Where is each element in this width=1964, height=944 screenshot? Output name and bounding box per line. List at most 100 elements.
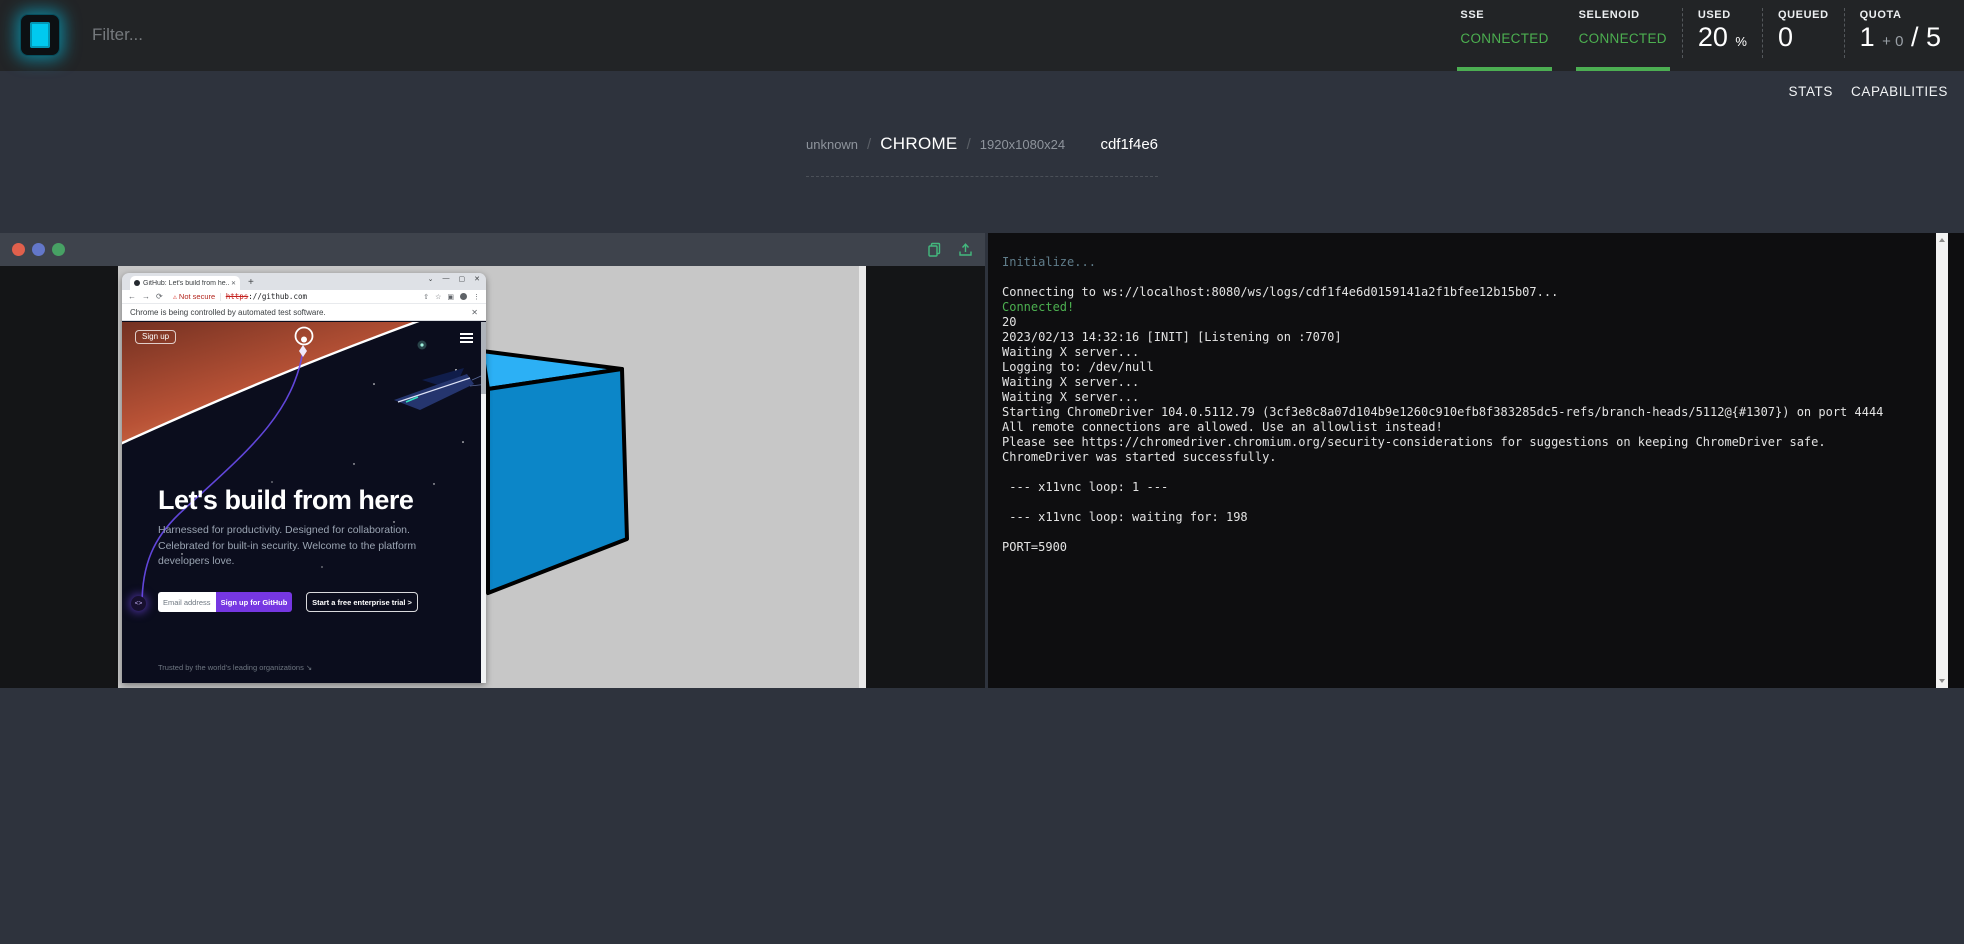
session-quota-user: unknown [806,137,858,152]
close-icon[interactable]: ✕ [474,275,480,283]
forward-icon[interactable]: → [142,292,150,301]
not-secure-warning-icon: ⚠ [173,293,177,301]
filter-input[interactable] [92,16,512,54]
code-tag-icon: <> [131,596,146,611]
selenoid-label: SELENOID [1579,9,1667,21]
log-output: Initialize... Connecting to ws://localhos… [1002,255,1922,555]
tab-title: GitHub: Let's build from he... [143,280,229,287]
log-line: Initialize... [1002,255,1922,270]
quota-pending: + 0 [1882,33,1903,50]
copy-clipboard-icon[interactable] [927,242,942,257]
github-hero-page: Sign up Let's build from here Harnessed … [122,321,486,683]
log-line: --- x11vnc loop: waiting for: 198 [1002,510,1922,525]
hero-sign-up-button[interactable]: Sign up [135,330,176,344]
browser-toolbar: ← → ⟳ ⚠ Not secure | https ://github.com… [122,290,486,304]
new-tab-button[interactable]: + [248,277,254,288]
log-line: 20 [1002,315,1922,330]
session-divider: / [967,136,971,153]
enterprise-trial-button[interactable]: Start a free enterprise trial > [306,592,418,612]
log-line [1002,465,1922,480]
selenoid-logo-mark [30,22,50,48]
queued-value: 0 [1778,22,1829,53]
blue-cube-3d [478,344,638,604]
selenoid-logo[interactable] [20,14,60,56]
window-dot-red [12,243,25,256]
not-secure-label: Not secure [179,292,215,301]
log-line: Starting ChromeDriver 104.0.5112.79 (3cf… [1002,405,1922,420]
maximize-icon[interactable]: ▢ [459,275,466,283]
log-line: ChromeDriver was started successfully. [1002,450,1922,465]
url-divider: | [218,292,223,301]
scrollbar-thumb[interactable] [481,322,486,394]
hamburger-menu-icon[interactable] [460,333,473,345]
view-tabs: STATS CAPABILITIES [1789,84,1949,99]
github-favicon-icon [134,280,140,286]
upload-icon[interactable] [958,242,973,257]
tab-close-icon[interactable]: ✕ [231,280,236,287]
quota-label: QUOTA [1860,9,1941,21]
scroll-up-icon[interactable] [1939,238,1945,242]
status-sse: SSE CONNECTED [1445,0,1563,71]
selenoid-status-value: CONNECTED [1579,31,1667,46]
trusted-orgs-text: Trusted by the world's leading organizat… [158,663,312,672]
tab-stats[interactable]: STATS [1789,84,1834,99]
profile-avatar[interactable] [460,293,467,300]
hero-heading: Let's build from here [158,485,413,516]
remote-screen-edge [859,266,866,688]
session-row[interactable]: unknown / CHROME / 1920x1080x24 cdf1f4e6 [806,134,1158,177]
app-header: SSE CONNECTED SELENOID CONNECTED USED 20… [0,0,1964,71]
tab-capabilities[interactable]: CAPABILITIES [1851,84,1948,99]
log-line: Waiting X server... [1002,390,1922,405]
log-line: Connecting to ws://localhost:8080/ws/log… [1002,285,1922,300]
sse-label: SSE [1460,9,1548,21]
log-line: Waiting X server... [1002,345,1922,360]
log-line [1002,270,1922,285]
used-value: 20 % [1698,22,1747,53]
log-scrollbar[interactable] [1936,233,1948,688]
status-quota: QUOTA 1 + 0 / 5 [1845,0,1956,71]
window-dot-green [52,243,65,256]
minimize-icon[interactable]: — [443,275,450,283]
infobar-close-icon[interactable]: ✕ [471,308,478,317]
session-divider: / [867,136,871,153]
status-bar: SSE CONNECTED SELENOID CONNECTED USED 20… [1445,0,1956,71]
vnc-titlebar [0,233,985,266]
vnc-window: GitHub: Let's build from he... ✕ + ⌄ — ▢… [0,233,985,688]
scroll-down-icon[interactable] [1939,679,1945,683]
automation-infobar: Chrome is being controlled by automated … [122,304,486,321]
session-log-panel[interactable]: Initialize... Connecting to ws://localhos… [988,233,1964,688]
log-line: All remote connections are allowed. Use … [1002,420,1922,435]
tab-groups-icon[interactable]: ▣ [447,293,454,301]
session-id: cdf1f4e6 [1100,136,1158,153]
log-line: Please see https://chromedriver.chromium… [1002,435,1922,450]
address-bar[interactable]: ⚠ Not secure | https ://github.com [173,292,307,301]
signup-for-github-button[interactable]: Sign up for GitHub [216,592,292,612]
log-line: Connected! [1002,300,1922,315]
back-icon[interactable]: ← [128,292,136,301]
hero-cta-row: Sign up for GitHub Start a free enterpri… [158,592,418,612]
status-queued: QUEUED 0 [1763,0,1844,71]
log-line: --- x11vnc loop: 1 --- [1002,480,1922,495]
log-line: 2023/02/13 14:32:16 [INIT] [Listening on… [1002,330,1922,345]
bookmark-star-icon[interactable]: ☆ [435,293,441,301]
vnc-content: GitHub: Let's build from he... ✕ + ⌄ — ▢… [0,266,985,688]
log-line: Waiting X server... [1002,375,1922,390]
log-line [1002,495,1922,510]
used-label: USED [1698,9,1747,21]
url-host: ://github.com [248,292,307,301]
reload-icon[interactable]: ⟳ [156,292,163,301]
email-field[interactable] [158,592,216,612]
tab-search-chevron-icon[interactable]: ⌄ [428,275,434,283]
status-selenoid: SELENOID CONNECTED [1564,0,1682,71]
log-line: PORT=5900 [1002,540,1922,555]
browser-menu-icon[interactable]: ⋮ [473,293,480,301]
remote-browser-window: GitHub: Let's build from he... ✕ + ⌄ — ▢… [122,273,486,683]
browser-tab[interactable]: GitHub: Let's build from he... ✕ [130,276,240,290]
url-scheme: https [226,292,249,301]
browser-page-scrollbar[interactable] [481,322,486,683]
share-icon[interactable]: ⇧ [423,293,429,301]
vnc-remote-screen[interactable]: GitHub: Let's build from he... ✕ + ⌄ — ▢… [118,266,866,688]
quota-value: 1 + 0 / 5 [1860,22,1941,53]
queued-label: QUEUED [1778,9,1829,21]
window-dot-blue [32,243,45,256]
